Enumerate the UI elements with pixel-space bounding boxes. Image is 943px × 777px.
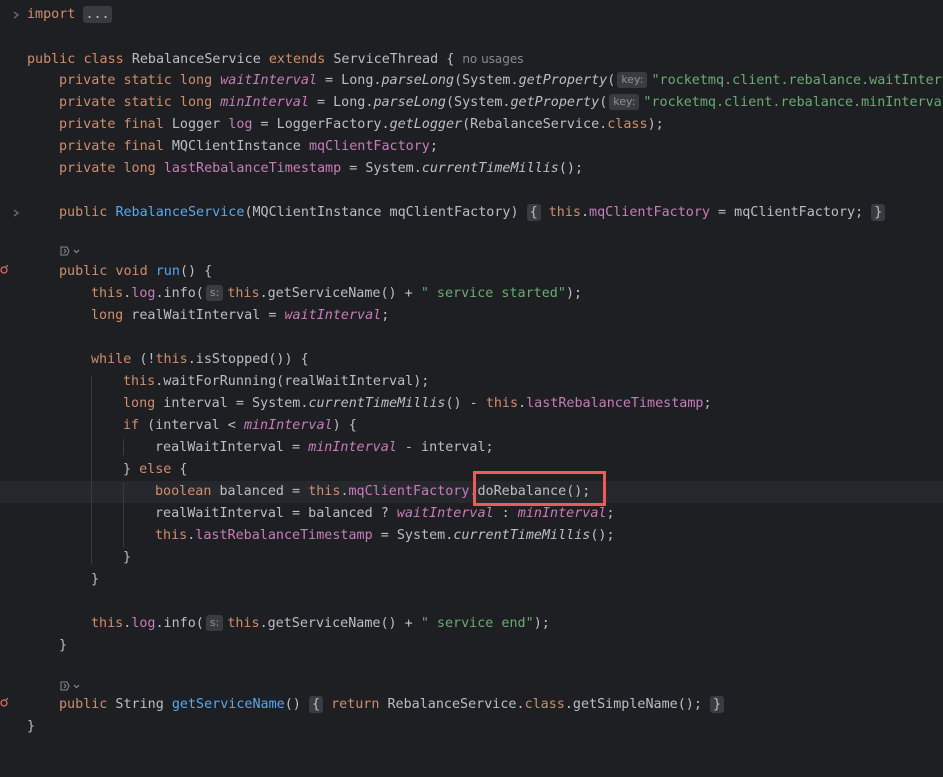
code-line-while: while (!this.isStopped()) { <box>91 352 309 367</box>
override-gutter-icon[interactable] <box>0 697 10 707</box>
code-line-import: import ... <box>27 6 112 23</box>
code-line-min-interval: private static long minInterval = Long.p… <box>59 94 943 110</box>
code-line-run-decl: public void run() { <box>59 264 213 279</box>
folded-imports[interactable]: ... <box>83 6 112 23</box>
highlight-annotation-box <box>473 471 606 506</box>
usages-hint[interactable]: no usages <box>462 52 523 66</box>
fold-close-brace[interactable]: } <box>871 204 886 221</box>
code-line-last-timestamp: private long lastRebalanceTimestamp = Sy… <box>59 161 584 176</box>
code-lens-icon[interactable] <box>59 245 81 260</box>
code-line-interval: long interval = System.currentTimeMillis… <box>123 396 712 411</box>
code-line-if: if (interval < minInterval) { <box>123 418 357 433</box>
code-line-close-else: } <box>123 550 132 565</box>
fold-open-brace[interactable]: { <box>308 696 323 713</box>
fold-chevron-icon[interactable] <box>12 11 20 19</box>
code-line-constructor: public RebalanceService(MQClientInstance… <box>59 202 886 224</box>
code-line-ternary: realWaitInterval = balanced ? waitInterv… <box>155 506 615 521</box>
fold-open-brace[interactable]: { <box>526 204 541 221</box>
indent-guide <box>91 376 92 564</box>
code-line-update-timestamp: this.lastRebalanceTimestamp = System.cur… <box>155 528 615 543</box>
param-hint: key: <box>617 72 648 88</box>
code-lens-icon[interactable] <box>59 680 81 695</box>
indent-guide <box>123 439 124 455</box>
param-hint: s: <box>205 285 224 301</box>
code-line-min-assign: realWaitInterval = minInterval - interva… <box>155 440 494 455</box>
code-line-else: } else { <box>123 462 188 477</box>
fold-chevron-icon[interactable] <box>12 209 20 217</box>
code-line-close-class: } <box>27 719 36 734</box>
indent-guide <box>123 483 124 547</box>
param-hint: s: <box>205 615 224 631</box>
code-line-get-service-name: public String getServiceName() { return … <box>59 694 725 716</box>
code-line-close-run: } <box>59 638 68 653</box>
editor-gutter <box>0 0 24 777</box>
code-line-real-wait: long realWaitInterval = waitInterval; <box>91 308 390 323</box>
override-gutter-icon[interactable] <box>0 264 10 274</box>
code-line-client-factory-field: private final MQClientInstance mqClientF… <box>59 139 438 154</box>
code-line-class-decl: public class RebalanceService extends Se… <box>27 52 524 67</box>
code-line-close-while: } <box>91 572 100 587</box>
fold-close-brace[interactable]: } <box>710 696 725 713</box>
code-line-log-started: this.log.info(s: this.getServiceName() + … <box>91 285 583 301</box>
code-line-log-end: this.log.info(s: this.getServiceName() + … <box>91 615 550 631</box>
code-line-wait-for-running: this.waitForRunning(realWaitInterval); <box>123 374 430 389</box>
code-line-logger: private final Logger log = LoggerFactory… <box>59 117 664 132</box>
code-line-wait-interval: private static long waitInterval = Long.… <box>59 72 943 88</box>
param-hint: key: <box>609 94 640 110</box>
